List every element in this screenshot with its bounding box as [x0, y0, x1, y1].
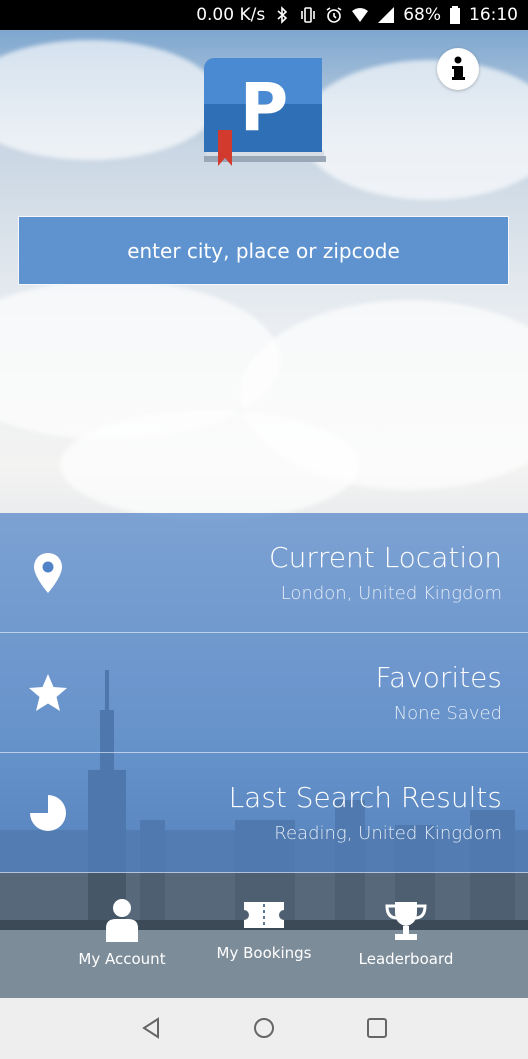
menu-item-title: Current Location: [269, 541, 502, 574]
app-logo: P: [204, 58, 326, 166]
nav-leaderboard[interactable]: Leaderboard: [341, 898, 471, 988]
battery-level: 68%: [403, 5, 441, 25]
menu-last-search-results[interactable]: Last Search Results Reading, United King…: [0, 753, 528, 873]
menu-item-subtitle: London, United Kingdom: [280, 583, 502, 604]
vibrate-icon: [301, 7, 316, 23]
cloud: [300, 60, 528, 200]
info-icon: [452, 56, 465, 80]
network-speed: 0.00 K/s: [196, 5, 266, 25]
menu-item-title: Last Search Results: [228, 781, 502, 814]
battery-icon: [450, 6, 460, 24]
menu-item-title: Favorites: [375, 661, 502, 694]
cloud: [60, 410, 360, 520]
nav-my-bookings[interactable]: My Bookings: [199, 892, 329, 982]
nav-label: My Account: [78, 950, 166, 968]
app-background: P Current: [0, 30, 528, 998]
location-pin-icon: [34, 553, 62, 593]
ticket-icon: [244, 902, 284, 928]
menu-item-subtitle: None Saved: [393, 703, 502, 724]
menu-item-subtitle: Reading, United Kingdom: [274, 823, 502, 844]
history-pie-icon: [30, 795, 66, 831]
trophy-icon: [385, 902, 427, 940]
home-icon[interactable]: [252, 1016, 276, 1040]
status-bar: 0.00 K/s 68% 16:10: [0, 0, 528, 30]
wifi-icon: [352, 8, 369, 22]
person-icon: [106, 899, 138, 942]
bottom-navigation: My Account My Bookings Leaderboard: [0, 888, 528, 998]
recents-icon[interactable]: [365, 1016, 389, 1040]
nav-my-account[interactable]: My Account: [57, 898, 187, 988]
back-icon[interactable]: [139, 1016, 163, 1040]
main-menu: Current Location London, United Kingdom …: [0, 513, 528, 873]
menu-current-location[interactable]: Current Location London, United Kingdom: [0, 513, 528, 633]
status-indicators: 0.00 K/s 68% 16:10: [196, 0, 518, 30]
signal-icon: [378, 7, 395, 23]
nav-label: Leaderboard: [358, 950, 454, 968]
system-navigation-bar: [0, 998, 528, 1059]
search-input[interactable]: [19, 216, 508, 285]
cloud: [0, 40, 220, 160]
search-box[interactable]: [18, 216, 509, 285]
clock: 16:10: [469, 5, 518, 25]
star-icon: [29, 674, 67, 711]
alarm-icon: [326, 7, 342, 23]
bluetooth-icon: [277, 6, 288, 24]
nav-label: My Bookings: [216, 944, 312, 962]
svg-text:P: P: [240, 69, 288, 146]
info-button[interactable]: [437, 48, 479, 90]
menu-favorites[interactable]: Favorites None Saved: [0, 633, 528, 753]
